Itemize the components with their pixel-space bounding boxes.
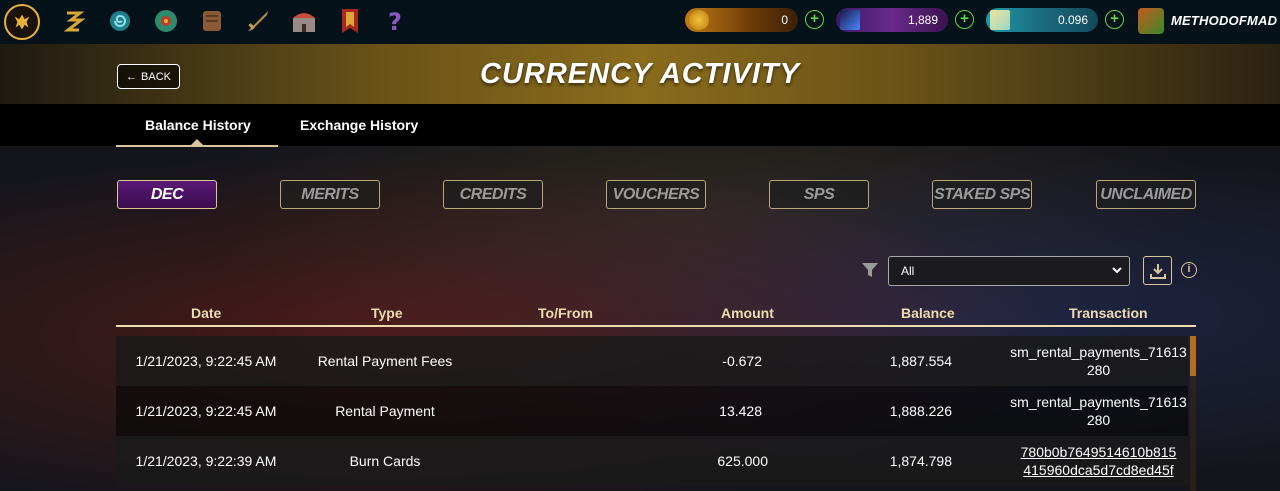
currency-button-vouchers[interactable]: VOUCHERS: [606, 180, 706, 209]
add-dec-button[interactable]: +: [805, 10, 824, 29]
dec-balance[interactable]: 0: [685, 8, 798, 32]
scroll-icon[interactable]: [198, 6, 226, 36]
cell-date: 1/21/2023, 9:22:39 AM: [135, 453, 277, 469]
column-header-date: Date: [191, 305, 222, 321]
cell-transaction: sm_rental_payments_71613280: [1010, 394, 1187, 428]
cell-type: Rental Payment Fees: [317, 353, 453, 369]
sps-balance-value: 0.096: [1057, 13, 1088, 27]
currency-button-sps[interactable]: SPS: [769, 180, 869, 209]
download-icon: [1149, 263, 1166, 279]
cell-to-from: [476, 436, 656, 486]
cell-balance: 1,874.798: [889, 453, 952, 469]
currency-button-unclaimed[interactable]: UNCLAIMED: [1096, 180, 1196, 209]
sps-icon: [990, 10, 1010, 30]
castle-icon[interactable]: [290, 6, 318, 36]
currency-button-credits[interactable]: CREDITS: [443, 180, 543, 209]
currency-button-staked-sps[interactable]: STAKED SPS: [932, 180, 1032, 209]
username[interactable]: METHODOFMAD: [1171, 13, 1277, 28]
cell-to-from: [476, 336, 656, 386]
swirl-icon[interactable]: [106, 6, 134, 36]
cell-amount: 625.000: [717, 453, 768, 469]
chevron-down-icon: [1111, 263, 1123, 279]
column-header-amount: Amount: [721, 305, 774, 321]
page-title: CURRENCY ACTIVITY: [480, 58, 800, 90]
cell-amount: 13.428: [719, 403, 762, 419]
cell-to-from: [476, 386, 656, 436]
active-tab-caret: [191, 139, 203, 145]
credits-balance[interactable]: 1,889: [836, 8, 948, 32]
cell-type: Burn Cards: [349, 453, 421, 469]
table-row: 1/21/2023, 9:22:45 AM Rental Payment Fee…: [116, 336, 1188, 386]
sps-balance[interactable]: 0.096: [986, 8, 1098, 32]
transaction-link[interactable]: 780b0b7649514610b815415960dca5d7cd8ed45f: [1019, 443, 1179, 479]
column-header-type: Type: [371, 305, 403, 321]
table-header: Date Type To/From Amount Balance Transac…: [116, 303, 1196, 325]
svg-text:?: ?: [388, 8, 402, 34]
banner-icon[interactable]: [336, 6, 364, 36]
table-header-divider: [116, 325, 1196, 327]
type-filter-value: All: [901, 264, 915, 278]
top-navigation-bar: ? 0 + 1,889 + 0.096 + METHODOFMAD: [0, 0, 1280, 44]
download-button[interactable]: [1143, 256, 1172, 285]
filter-icon[interactable]: [861, 262, 879, 278]
credits-balance-value: 1,889: [907, 13, 938, 27]
credits-icon: [840, 10, 860, 30]
cell-date: 1/21/2023, 9:22:45 AM: [135, 353, 277, 369]
cell-balance: 1,888.226: [889, 403, 952, 419]
table-row: 1/21/2023, 9:22:39 AM Burn Cards 625.000…: [116, 436, 1188, 486]
tab-balance-history[interactable]: Balance History: [145, 117, 251, 133]
tab-exchange-history[interactable]: Exchange History: [300, 117, 418, 133]
cell-transaction: sm_rental_payments_71613280: [1010, 344, 1187, 378]
table-row: 1/21/2023, 9:22:45 AM Rental Payment 13.…: [116, 386, 1188, 436]
hat-icon[interactable]: [60, 6, 88, 36]
cell-amount: -0.672: [722, 353, 762, 369]
sword-icon[interactable]: [244, 6, 272, 36]
column-header-balance: Balance: [901, 305, 955, 321]
add-sps-button[interactable]: +: [1105, 10, 1124, 29]
column-header-to-from: To/From: [538, 305, 593, 321]
cell-type: Rental Payment: [335, 403, 435, 419]
avatar[interactable]: [1138, 8, 1164, 34]
info-icon[interactable]: i: [1181, 262, 1197, 278]
question-icon[interactable]: ?: [382, 6, 410, 36]
currency-button-merits[interactable]: MERITS: [280, 180, 380, 209]
page-header: ← BACK CURRENCY ACTIVITY: [0, 44, 1280, 104]
type-filter-select[interactable]: All: [888, 256, 1130, 286]
column-header-transaction: Transaction: [1069, 305, 1148, 321]
dec-balance-value: 0: [781, 13, 788, 27]
flower-icon[interactable]: [152, 6, 180, 36]
scrollbar-thumb[interactable]: [1190, 336, 1196, 376]
cell-balance: 1,887.554: [889, 353, 952, 369]
add-credits-button[interactable]: +: [955, 10, 974, 29]
dec-coin-icon: [689, 10, 709, 30]
cell-date: 1/21/2023, 9:22:45 AM: [135, 403, 277, 419]
currency-button-dec[interactable]: DEC: [117, 180, 217, 209]
active-tab-underline: [116, 145, 278, 147]
logo-icon[interactable]: [4, 4, 40, 40]
